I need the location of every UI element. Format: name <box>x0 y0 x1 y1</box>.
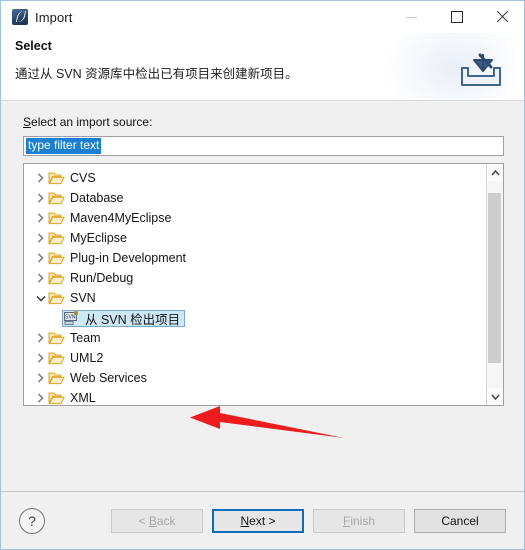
folder-icon <box>48 331 65 345</box>
finish-button-label: Finish <box>342 513 376 528</box>
close-icon[interactable] <box>479 1 524 33</box>
import-tray-icon <box>458 51 504 91</box>
finish-button: Finish <box>313 508 405 533</box>
tree-item-svn[interactable]: SVN <box>24 288 486 308</box>
tree-item-xml[interactable]: XML <box>24 388 486 405</box>
folder-icon <box>48 391 65 405</box>
tree-item-svn[interactable]: SVN 从 SVN 检出项目 <box>24 308 486 328</box>
cancel-button-label: Cancel <box>441 513 479 528</box>
folder-icon <box>48 371 65 385</box>
tree-item-database[interactable]: Database <box>24 188 486 208</box>
tree-item-plug-in-development[interactable]: Plug-in Development <box>24 248 486 268</box>
tree-item-myeclipse[interactable]: MyEclipse <box>24 228 486 248</box>
tree-item-label: CVS <box>70 171 96 185</box>
import-dialog-window: Import Select 通过从 SVN 资源库中检出已有项目来创建新项目。 … <box>0 0 525 550</box>
chevron-right-icon[interactable] <box>33 253 48 263</box>
tree-item-label: Maven4MyEclipse <box>70 211 172 225</box>
tree-item-run-debug[interactable]: Run/Debug <box>24 268 486 288</box>
import-source-label: Select an import source: <box>23 115 504 129</box>
tree-item-label: Run/Debug <box>70 271 134 285</box>
scrollbar-thumb[interactable] <box>488 193 501 363</box>
chevron-up-icon[interactable] <box>487 164 503 181</box>
selected-tree-item[interactable]: SVN 从 SVN 检出项目 <box>62 309 186 327</box>
folder-icon <box>48 191 65 205</box>
folder-icon <box>48 171 65 185</box>
page-title: Select <box>15 39 52 53</box>
folder-icon <box>48 231 65 245</box>
back-button-label: < Back <box>138 513 176 528</box>
scrollbar-track[interactable] <box>487 181 503 388</box>
folder-icon <box>48 291 65 305</box>
window-title: Import <box>35 9 73 25</box>
window-controls <box>389 1 524 33</box>
tree-item-label: Team <box>70 331 101 345</box>
tree-vertical-scrollbar[interactable] <box>486 164 503 405</box>
import-source-label-mnemonic: S <box>23 115 32 129</box>
help-button[interactable]: ? <box>19 507 45 534</box>
tree-item-label: Web Services <box>70 371 147 385</box>
svg-text:SVN: SVN <box>65 315 76 321</box>
myeclipse-icon <box>12 9 28 25</box>
tree-item-label: SVN <box>70 291 96 305</box>
cancel-button[interactable]: Cancel <box>414 508 506 533</box>
tree-item-label: Database <box>70 191 124 205</box>
title-bar[interactable]: Import <box>1 1 524 33</box>
tree-item-web-services[interactable]: Web Services <box>24 368 486 388</box>
folder-icon <box>48 211 65 225</box>
page-description: 通过从 SVN 资源库中检出已有项目来创建新项目。 <box>15 67 298 81</box>
filter-input-value: type filter text <box>26 138 102 154</box>
tree-items: CVS Database Maven4MyEclipse MyEclipse Plug-… <box>24 164 486 405</box>
chevron-right-icon[interactable] <box>33 353 48 363</box>
folder-icon <box>48 351 65 365</box>
svn-checkout-icon: SVN <box>64 311 80 325</box>
chevron-right-icon[interactable] <box>33 273 48 283</box>
filter-input[interactable]: type filter text <box>23 136 504 156</box>
minimize-icon[interactable] <box>389 1 434 33</box>
chevron-right-icon[interactable] <box>33 393 48 403</box>
chevron-down-icon[interactable] <box>33 294 48 303</box>
tree-item-cvs[interactable]: CVS <box>24 168 486 188</box>
next-button[interactable]: Next > <box>212 508 304 533</box>
tree-item-label: XML <box>70 391 96 405</box>
import-source-tree[interactable]: CVS Database Maven4MyEclipse MyEclipse Plug-… <box>23 163 504 406</box>
tree-item-label: Plug-in Development <box>70 251 187 265</box>
tree-item-label: MyEclipse <box>70 231 127 245</box>
dialog-buttons: < Back Next > Finish Cancel <box>102 508 506 533</box>
chevron-right-icon[interactable] <box>33 213 48 223</box>
chevron-right-icon[interactable] <box>33 233 48 243</box>
import-source-label-rest: elect an import source: <box>31 115 153 129</box>
red-arrow-annotation <box>186 404 346 440</box>
back-button: < Back <box>111 508 203 533</box>
chevron-right-icon[interactable] <box>33 373 48 383</box>
dialog-footer: ? < Back Next > Finish Cancel <box>1 491 524 549</box>
folder-icon <box>48 251 65 265</box>
chevron-right-icon[interactable] <box>33 173 48 183</box>
chevron-down-icon[interactable] <box>487 388 503 405</box>
dialog-body: Select an import source: type filter tex… <box>1 101 524 491</box>
next-button-label: Next > <box>240 513 276 528</box>
tree-item-maven4myeclipse[interactable]: Maven4MyEclipse <box>24 208 486 228</box>
tree-item-team[interactable]: Team <box>24 328 486 348</box>
folder-icon <box>48 271 65 285</box>
chevron-right-icon[interactable] <box>33 193 48 203</box>
chevron-right-icon[interactable] <box>33 333 48 343</box>
dialog-header: Select 通过从 SVN 资源库中检出已有项目来创建新项目。 <box>1 33 524 101</box>
tree-item-label: 从 SVN 检出项目 <box>85 312 181 327</box>
tree-item-label: UML2 <box>70 351 104 365</box>
tree-item-uml2[interactable]: UML2 <box>24 348 486 368</box>
maximize-icon[interactable] <box>434 1 479 33</box>
